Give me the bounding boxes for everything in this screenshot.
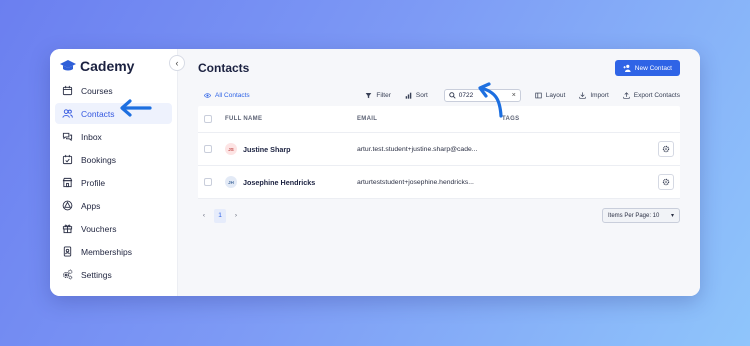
calendar-check-icon	[62, 154, 73, 165]
upload-icon	[623, 91, 630, 99]
clear-search-icon[interactable]: ×	[512, 92, 516, 99]
filter-label: Filter	[376, 91, 391, 99]
table-row[interactable]: JH Josephine Hendricks arturteststudent+…	[198, 166, 680, 199]
gift-icon	[62, 223, 73, 234]
users-icon	[62, 108, 73, 119]
sort-button[interactable]: Sort	[405, 92, 428, 99]
search-box[interactable]: ×	[443, 88, 521, 102]
chat-icon	[62, 131, 73, 142]
pagination: ‹ 1 › Items Per Page: 10 ▾	[198, 208, 680, 223]
column-header-name[interactable]: FULL NAME	[212, 116, 357, 122]
sidebar: Cademy ‹ Courses Contacts Inbox Bookings	[50, 49, 185, 296]
sort-label: Sort	[415, 91, 428, 99]
avatar: JH	[225, 176, 237, 188]
items-per-page-select[interactable]: Items Per Page: 10 ▾	[602, 208, 680, 223]
sidebar-item-label: Apps	[81, 200, 101, 211]
graduation-cap-icon	[60, 60, 76, 71]
gear-icon	[662, 145, 670, 153]
new-contact-button[interactable]: New Contact	[614, 60, 680, 76]
row-checkbox[interactable]	[204, 145, 212, 153]
contacts-table: FULL NAME EMAIL TAGS JS Justine Sharp ar…	[198, 106, 680, 199]
filter-icon	[366, 92, 372, 98]
export-label: Export Contacts	[633, 91, 680, 99]
sidebar-item-apps[interactable]: Apps	[55, 195, 172, 216]
search-input[interactable]	[458, 91, 511, 99]
chevron-down-icon: ▾	[670, 213, 674, 219]
id-card-icon	[62, 246, 73, 257]
column-header-email[interactable]: EMAIL	[357, 116, 502, 122]
gear-icon	[662, 178, 670, 186]
search-icon	[449, 91, 456, 99]
sidebar-item-label: Bookings	[81, 154, 116, 165]
storefront-icon	[62, 177, 73, 188]
row-settings-button[interactable]	[658, 141, 674, 157]
sidebar-item-label: Inbox	[81, 131, 102, 142]
select-all-checkbox[interactable]	[204, 115, 212, 123]
view-label: All Contacts	[215, 91, 250, 99]
page-header: Contacts New Contact	[198, 49, 680, 87]
layout-label: Layout	[545, 91, 566, 99]
contact-name[interactable]: Justine Sharp	[243, 145, 291, 154]
sidebar-item-bookings[interactable]: Bookings	[55, 149, 172, 170]
table-row[interactable]: JS Justine Sharp artur.test.student+just…	[198, 133, 680, 166]
chevron-left-icon: ‹	[175, 58, 179, 68]
export-button[interactable]: Export Contacts	[623, 92, 680, 99]
import-label: Import	[590, 91, 609, 99]
contact-name[interactable]: Josephine Hendricks	[243, 178, 315, 187]
row-settings-button[interactable]	[658, 174, 674, 190]
toolbar: All Contacts Filter Sort × L	[198, 87, 680, 103]
prev-page-button[interactable]: ‹	[198, 209, 210, 223]
page-title: Contacts	[198, 61, 250, 75]
sidebar-item-label: Vouchers	[81, 223, 117, 234]
avatar: JS	[225, 143, 237, 155]
add-user-icon	[623, 64, 631, 72]
sidebar-item-label: Settings	[81, 269, 112, 280]
filter-button[interactable]: Filter	[365, 91, 391, 99]
sidebar-item-memberships[interactable]: Memberships	[55, 241, 172, 262]
contact-email: arturteststudent+josephine.hendricks...	[357, 178, 474, 186]
row-checkbox[interactable]	[204, 178, 212, 186]
sidebar-item-contacts[interactable]: Contacts	[55, 103, 172, 124]
items-per-page-label: Items Per Page: 10	[608, 212, 660, 219]
download-icon	[579, 91, 586, 99]
layout-button[interactable]: Layout	[535, 91, 566, 99]
sidebar-nav: Courses Contacts Inbox Bookings Profile …	[50, 80, 177, 285]
contact-email: artur.test.student+justine.sharp@cade...	[357, 145, 478, 153]
apps-icon	[62, 200, 73, 211]
next-page-button[interactable]: ›	[230, 209, 242, 223]
sidebar-item-profile[interactable]: Profile	[55, 172, 172, 193]
gears-icon	[62, 269, 73, 280]
layout-icon	[535, 92, 542, 98]
sidebar-item-courses[interactable]: Courses	[55, 80, 172, 101]
import-button[interactable]: Import	[579, 91, 609, 99]
table-header: FULL NAME EMAIL TAGS	[198, 106, 680, 133]
brand[interactable]: Cademy	[50, 53, 177, 79]
sidebar-item-label: Memberships	[81, 246, 133, 257]
main-content: Contacts New Contact All Contacts Filter…	[178, 49, 700, 296]
eye-icon	[204, 92, 211, 98]
sidebar-item-label: Courses	[81, 85, 113, 96]
brand-name: Cademy	[80, 58, 135, 74]
column-header-tags[interactable]: TAGS	[502, 116, 519, 122]
sidebar-item-inbox[interactable]: Inbox	[55, 126, 172, 147]
page-number[interactable]: 1	[214, 208, 226, 223]
new-contact-label: New Contact	[634, 64, 672, 72]
view-selector[interactable]: All Contacts	[198, 92, 250, 99]
sidebar-item-label: Contacts	[81, 108, 115, 119]
sidebar-item-settings[interactable]: Settings	[55, 264, 172, 285]
sort-icon	[405, 92, 412, 99]
calendar-icon	[62, 85, 73, 96]
sidebar-item-vouchers[interactable]: Vouchers	[55, 218, 172, 239]
sidebar-item-label: Profile	[81, 177, 106, 188]
app-window: Cademy ‹ Courses Contacts Inbox Bookings	[50, 49, 700, 296]
collapse-sidebar-button[interactable]: ‹	[169, 55, 185, 71]
